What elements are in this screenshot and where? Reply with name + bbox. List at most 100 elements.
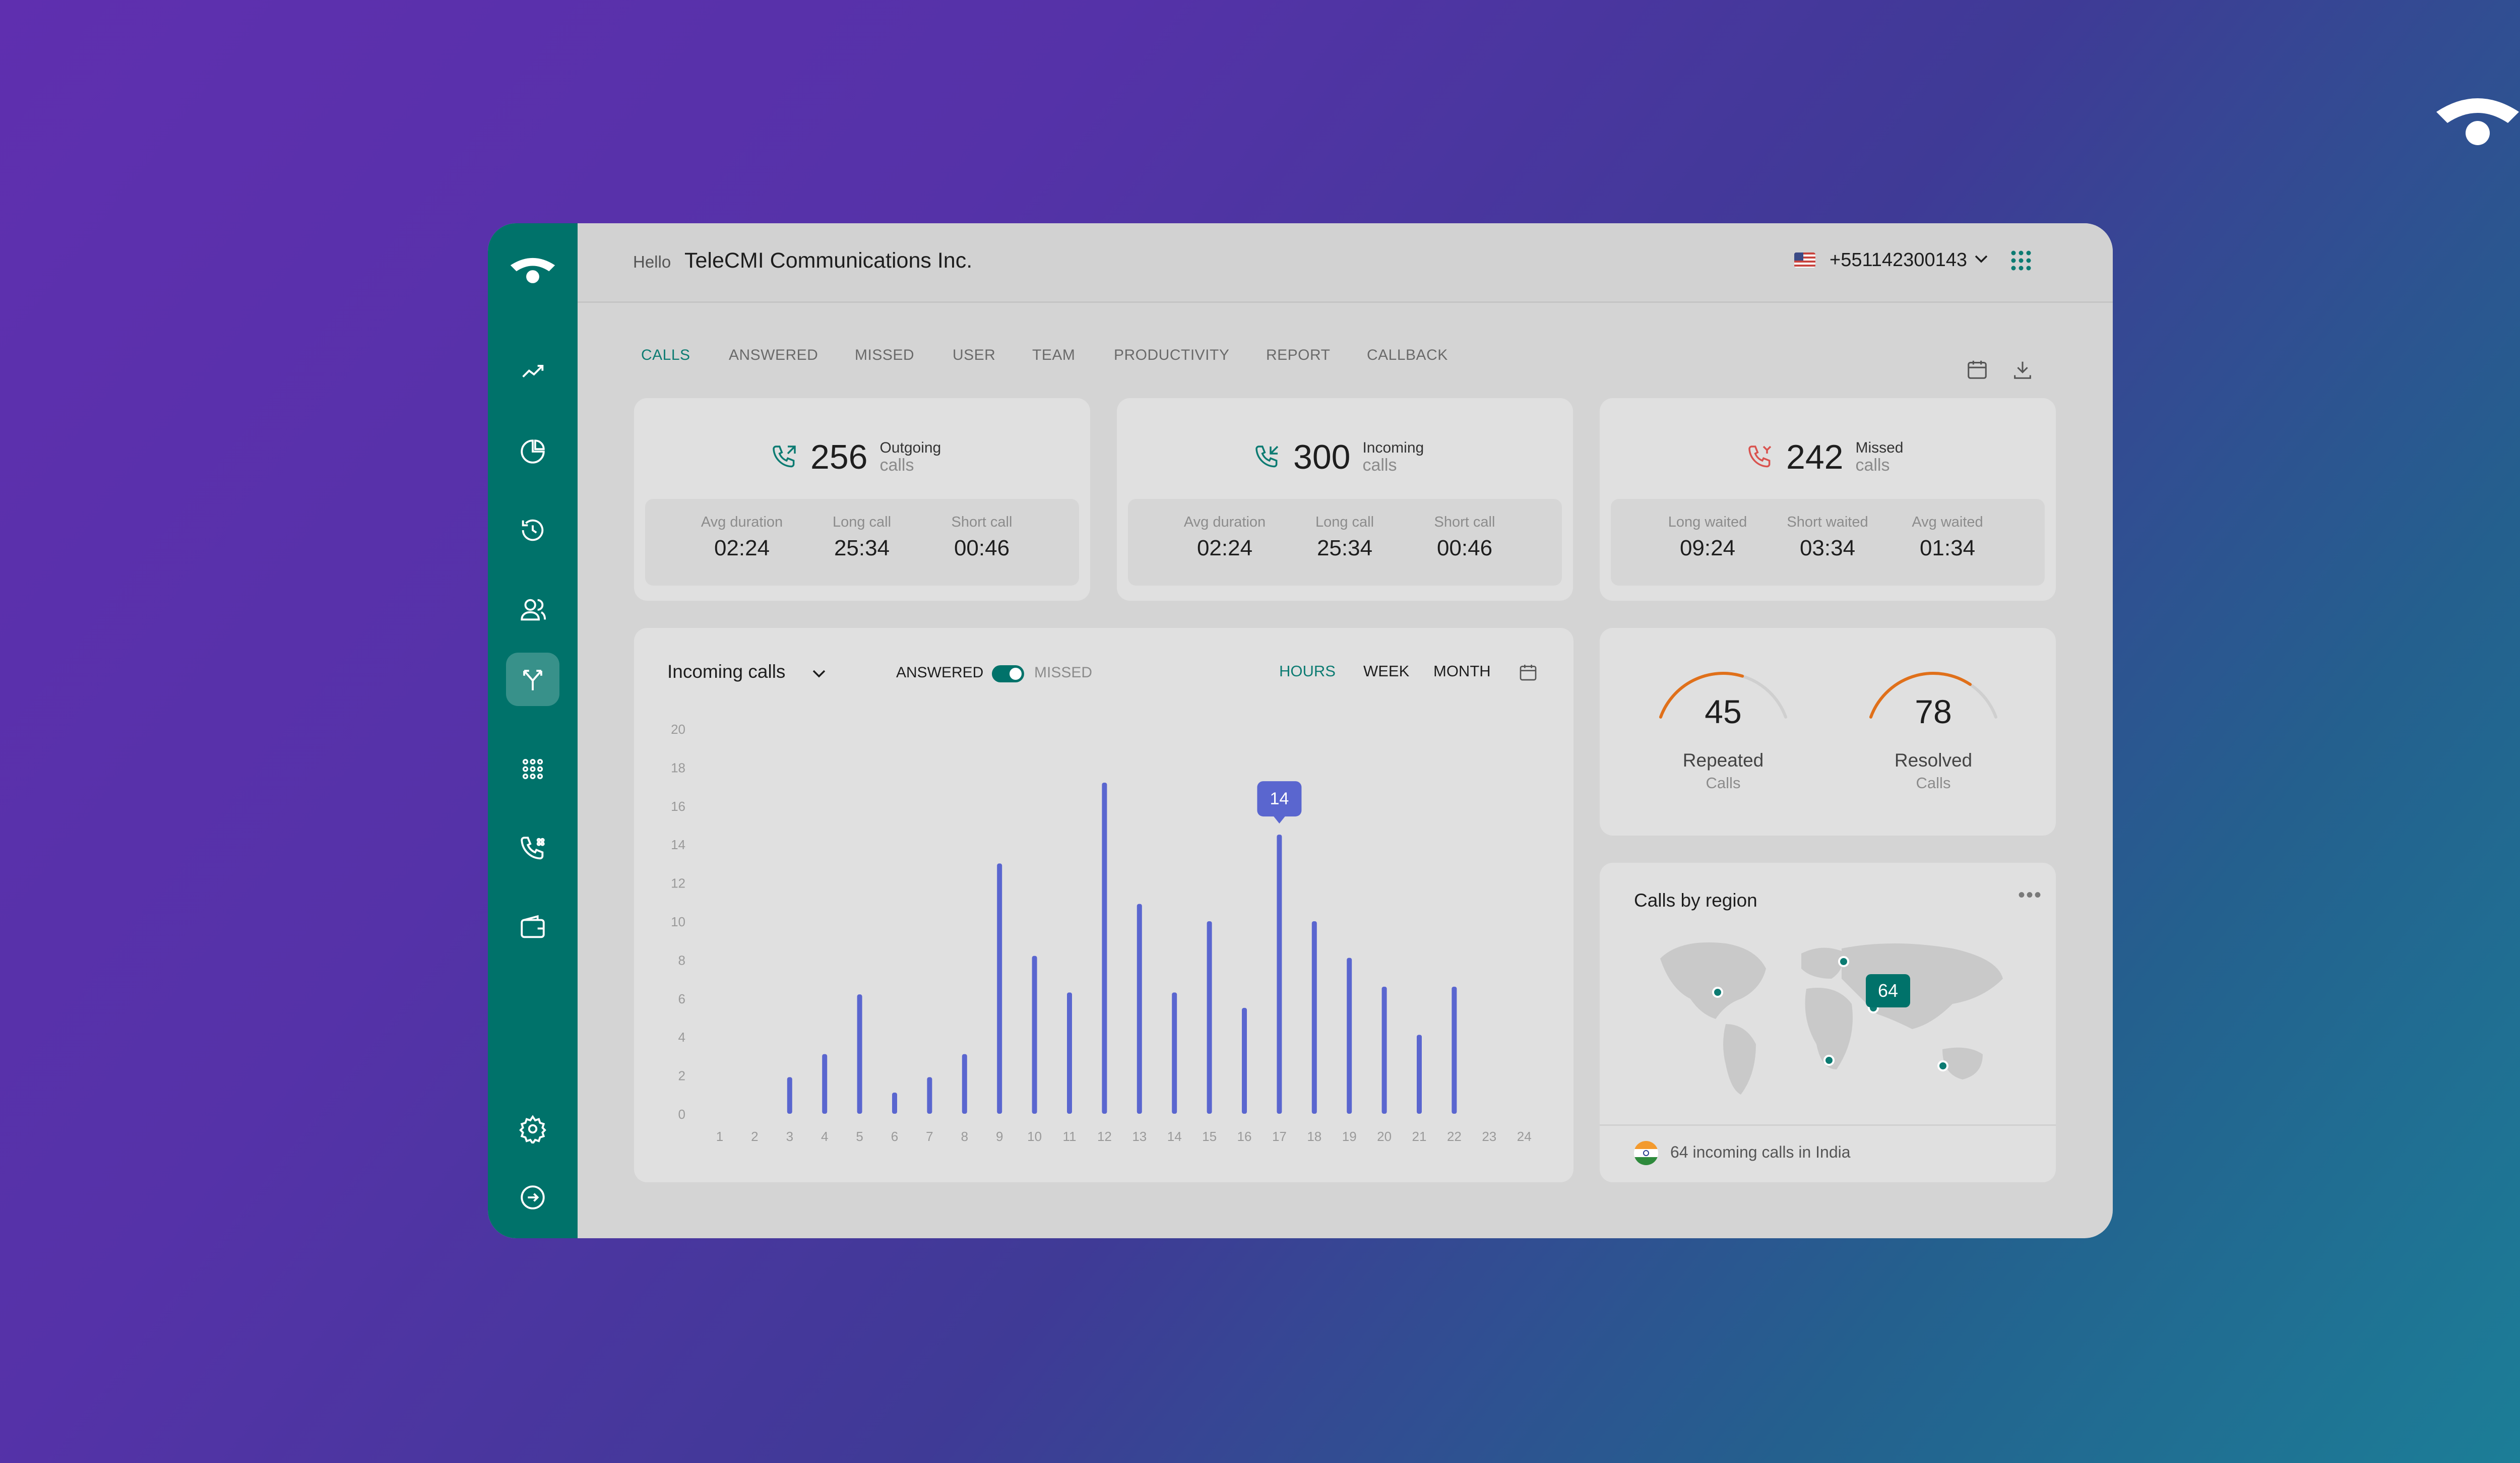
- tooltip-pointer: [1273, 816, 1286, 824]
- incoming-calls-bar-chart: 024681012141618201 2 3 4 5 6 7 8 9 10 11 12 13 14 15 16…: [671, 722, 1532, 1144]
- y-tick-label: 14: [671, 837, 685, 852]
- x-tick-label: 4: [821, 1129, 828, 1144]
- bar-20[interactable]: [1381, 986, 1387, 1114]
- bar-6[interactable]: [892, 1092, 897, 1114]
- wallet-icon[interactable]: [506, 901, 559, 954]
- repeated-resolved-card: 45 Repeated Calls 78 Resolved Calls: [1600, 628, 2056, 836]
- resolved-title: Resolved: [1894, 750, 1973, 771]
- history-icon[interactable]: [506, 503, 559, 557]
- download-icon[interactable]: [2011, 358, 2034, 381]
- detail-value: 01:34: [1919, 536, 1976, 560]
- x-tick-label: 10: [1027, 1129, 1042, 1144]
- detail-key: Long call: [1315, 514, 1374, 530]
- trend-icon[interactable]: [506, 345, 559, 399]
- detail-key: Long waited: [1668, 514, 1747, 530]
- detail-key: Avg waited: [1912, 514, 1983, 530]
- y-tick-label: 16: [671, 799, 685, 814]
- x-tick-label: 21: [1412, 1129, 1427, 1144]
- calendar-icon[interactable]: [1966, 358, 1989, 381]
- sidebar-logo-icon[interactable]: [508, 256, 557, 284]
- tab-user[interactable]: USER: [953, 347, 995, 364]
- incoming-calls-card: 300 Incoming calls Avg duration 02:24 Long…: [1117, 398, 1573, 601]
- dialpad-icon[interactable]: [506, 742, 559, 796]
- bar-9[interactable]: [997, 863, 1002, 1114]
- detail-value: 25:34: [834, 536, 890, 560]
- tab-missed[interactable]: MISSED: [855, 347, 914, 364]
- bar-16[interactable]: [1242, 1007, 1247, 1114]
- detail-key: Short call: [951, 514, 1013, 530]
- bar-8[interactable]: [962, 1054, 967, 1114]
- outgoing-sublabel: calls: [879, 455, 914, 475]
- more-options-icon[interactable]: •••: [2018, 884, 2042, 907]
- phone-number-selector[interactable]: +551142300143: [1830, 249, 1967, 271]
- tab-callback[interactable]: CALLBACK: [1367, 347, 1448, 364]
- org-name: TeleCMI Communications Inc.: [684, 248, 973, 273]
- bar-5[interactable]: [857, 994, 862, 1114]
- missed-sublabel: calls: [1855, 455, 1890, 475]
- x-tick-label: 8: [961, 1129, 968, 1144]
- chevron-down-icon[interactable]: [1974, 253, 1989, 265]
- bar-12[interactable]: [1102, 782, 1107, 1114]
- tab-answered[interactable]: ANSWERED: [729, 347, 818, 364]
- routing-icon[interactable]: [506, 653, 559, 706]
- bar-21[interactable]: [1417, 1035, 1422, 1114]
- missed-count: 242: [1786, 438, 1844, 476]
- bar-17[interactable]: [1277, 835, 1282, 1114]
- apps-grid-icon[interactable]: [2010, 249, 2032, 272]
- region-title: Calls by region: [1634, 890, 1757, 911]
- missed-calls-card: 242 Missed calls Long waited 09:24 Short w…: [1600, 398, 2056, 601]
- missed-label: Missed: [1855, 439, 1904, 456]
- bar-14[interactable]: [1172, 992, 1177, 1114]
- region-marker-value: 64: [1877, 980, 1899, 1001]
- x-tick-label: 24: [1517, 1129, 1532, 1144]
- x-tick-label: 13: [1132, 1129, 1147, 1144]
- y-tick-label: 6: [678, 991, 685, 1006]
- x-tick-label: 19: [1342, 1129, 1357, 1144]
- outgoing-details: Avg duration 02:24 Long call 25:34 Short c…: [645, 499, 1079, 586]
- resolved-value: 78: [1915, 693, 1952, 730]
- x-tick-label: 12: [1097, 1129, 1112, 1144]
- bar-10[interactable]: [1032, 956, 1037, 1114]
- missed-details: Long waited 09:24 Short waited 03:34 Avg w…: [1611, 499, 2045, 586]
- x-tick-label: 17: [1272, 1129, 1287, 1144]
- brand-logo-icon: [2436, 98, 2519, 145]
- tab-productivity[interactable]: PRODUCTIVITY: [1114, 347, 1229, 364]
- bar-18[interactable]: [1311, 921, 1317, 1114]
- x-tick-label: 11: [1063, 1129, 1077, 1144]
- bar-3[interactable]: [787, 1077, 792, 1114]
- detail-key: Avg duration: [701, 514, 783, 530]
- incoming-summary: 300 Incoming calls: [1253, 437, 1424, 477]
- incoming-sublabel: calls: [1362, 455, 1397, 475]
- region-footer-text: 64 incoming calls in India: [1670, 1143, 1851, 1161]
- x-tick-label: 23: [1482, 1129, 1496, 1144]
- bar-11[interactable]: [1067, 992, 1072, 1114]
- bar-19[interactable]: [1347, 958, 1352, 1114]
- bar-7[interactable]: [927, 1077, 932, 1114]
- world-map: [1660, 942, 2003, 1095]
- background: Hello TeleCMI Communications Inc. +55114…: [0, 0, 2520, 1463]
- tab-report[interactable]: REPORT: [1266, 347, 1330, 364]
- logout-icon[interactable]: [506, 1171, 559, 1224]
- resolved-sub: Calls: [1916, 774, 1951, 792]
- y-tick-label: 20: [671, 722, 685, 737]
- pie-chart-icon[interactable]: [506, 425, 559, 478]
- bar-15[interactable]: [1207, 921, 1212, 1114]
- outgoing-summary: 256 Outgoing calls: [770, 437, 941, 477]
- bar-13[interactable]: [1137, 904, 1142, 1114]
- region-marker-badge: 64: [1866, 974, 1910, 1007]
- incoming-chart-card: Incoming calls ANSWERED MISSED HOURS WEE…: [634, 628, 1573, 1182]
- x-tick-label: 9: [996, 1129, 1003, 1144]
- gear-icon[interactable]: [506, 1102, 559, 1156]
- phone-settings-icon[interactable]: [506, 822, 559, 875]
- outgoing-call-icon: [773, 446, 796, 468]
- bar-22[interactable]: [1452, 986, 1457, 1114]
- outgoing-label: Outgoing: [879, 439, 941, 456]
- x-tick-label: 5: [856, 1129, 863, 1144]
- users-icon[interactable]: [506, 583, 559, 637]
- tab-calls[interactable]: CALLS: [641, 347, 690, 364]
- detail-value: 03:34: [1799, 536, 1856, 560]
- x-tick-label: 20: [1377, 1129, 1392, 1144]
- x-tick-label: 18: [1307, 1129, 1321, 1144]
- bar-4[interactable]: [822, 1054, 828, 1114]
- tab-team[interactable]: TEAM: [1032, 347, 1075, 364]
